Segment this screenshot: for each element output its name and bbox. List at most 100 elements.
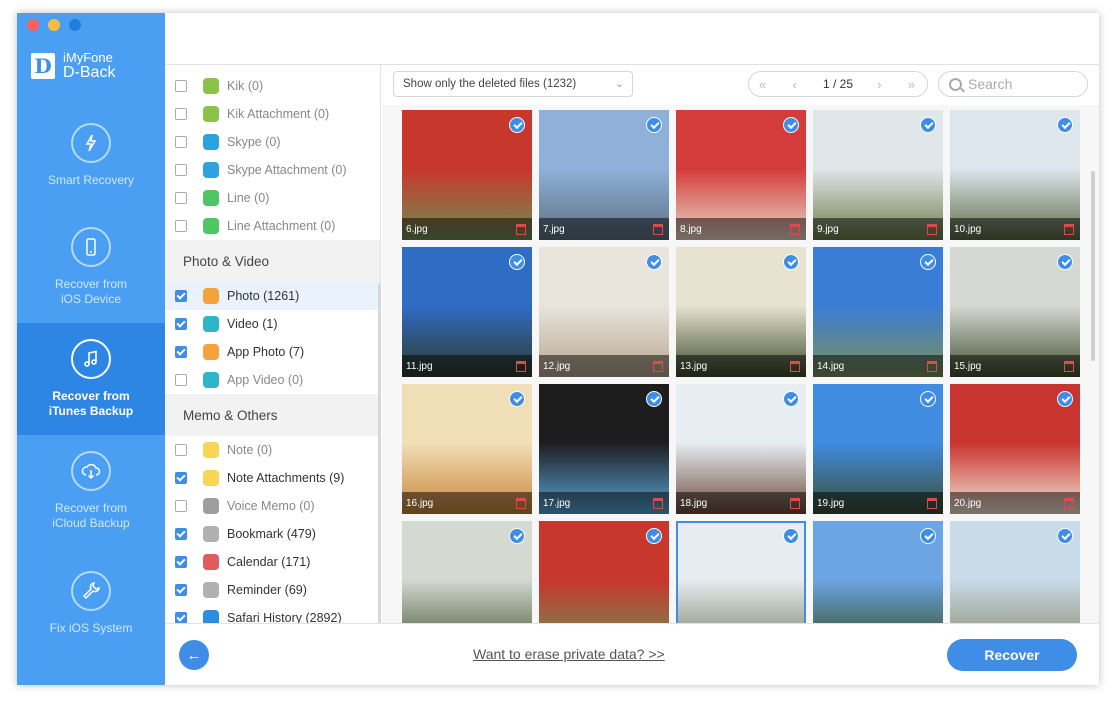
category-row[interactable]: Note (0)	[165, 436, 380, 464]
category-row[interactable]: Kik (0)	[165, 72, 380, 100]
category-checkbox[interactable]	[175, 80, 187, 92]
category-row[interactable]: App Video (0)	[165, 366, 380, 394]
category-row[interactable]: App Photo (7)	[165, 338, 380, 366]
sidebar-item-fix-ios-system[interactable]: Fix iOS System	[17, 547, 165, 659]
photo-tile[interactable]: 19.jpg	[813, 384, 943, 514]
category-row[interactable]: Line Attachment (0)	[165, 212, 380, 240]
photo-tile[interactable]: 6.jpg	[402, 110, 532, 240]
photo-tile[interactable]	[676, 521, 806, 623]
last-page-icon[interactable]: »	[908, 77, 917, 92]
checkmark-icon[interactable]	[509, 391, 525, 407]
sidebar-item-recover-from-icloud-backup[interactable]: Recover from iCloud Backup	[17, 435, 165, 547]
trash-icon[interactable]	[1064, 498, 1074, 509]
checkmark-icon[interactable]	[783, 117, 799, 133]
category-row[interactable]: Skype Attachment (0)	[165, 156, 380, 184]
photo-tile[interactable]: 8.jpg	[676, 110, 806, 240]
checkmark-icon[interactable]	[509, 254, 525, 270]
category-row[interactable]: Bookmark (479)	[165, 520, 380, 548]
checkmark-icon[interactable]	[920, 528, 936, 544]
photo-tile[interactable]: 18.jpg	[676, 384, 806, 514]
checkmark-icon[interactable]	[783, 254, 799, 270]
category-checkbox[interactable]	[175, 472, 187, 484]
trash-icon[interactable]	[653, 361, 663, 372]
category-checkbox[interactable]	[175, 556, 187, 568]
category-checkbox[interactable]	[175, 220, 187, 232]
category-scrollbar[interactable]	[378, 283, 381, 623]
checkmark-icon[interactable]	[1057, 528, 1073, 544]
trash-icon[interactable]	[653, 224, 663, 235]
checkmark-icon[interactable]	[920, 391, 936, 407]
zoom-window-button[interactable]	[69, 19, 81, 31]
checkmark-icon[interactable]	[509, 117, 525, 133]
photo-tile[interactable]: 11.jpg	[402, 247, 532, 377]
photo-tile[interactable]	[950, 521, 1080, 623]
photo-tile[interactable]: 12.jpg	[539, 247, 669, 377]
category-checkbox[interactable]	[175, 108, 187, 120]
category-checkbox[interactable]	[175, 528, 187, 540]
photo-tile[interactable]: 10.jpg	[950, 110, 1080, 240]
trash-icon[interactable]	[790, 224, 800, 235]
deleted-files-filter-dropdown[interactable]: Show only the deleted files (1232) ⌄	[393, 71, 633, 97]
checkmark-icon[interactable]	[1057, 254, 1073, 270]
checkmark-icon[interactable]	[920, 254, 936, 270]
photo-tile[interactable]: 9.jpg	[813, 110, 943, 240]
checkmark-icon[interactable]	[783, 391, 799, 407]
checkmark-icon[interactable]	[646, 254, 662, 270]
category-row[interactable]: Safari History (2892)	[165, 604, 380, 623]
back-button[interactable]: ←	[179, 640, 209, 670]
photo-tile[interactable]: 20.jpg	[950, 384, 1080, 514]
category-checkbox[interactable]	[175, 612, 187, 623]
recover-button[interactable]: Recover	[947, 639, 1077, 671]
first-page-icon[interactable]: «	[759, 77, 768, 92]
checkmark-icon[interactable]	[646, 528, 662, 544]
photo-tile[interactable]: 16.jpg	[402, 384, 532, 514]
trash-icon[interactable]	[927, 498, 937, 509]
minimize-window-button[interactable]	[48, 19, 60, 31]
category-checkbox[interactable]	[175, 136, 187, 148]
checkmark-icon[interactable]	[920, 117, 936, 133]
category-checkbox[interactable]	[175, 374, 187, 386]
trash-icon[interactable]	[653, 498, 663, 509]
category-row[interactable]: Reminder (69)	[165, 576, 380, 604]
category-checkbox[interactable]	[175, 290, 187, 302]
checkmark-icon[interactable]	[509, 528, 525, 544]
photo-tile[interactable]	[813, 521, 943, 623]
category-row[interactable]: Voice Memo (0)	[165, 492, 380, 520]
trash-icon[interactable]	[516, 361, 526, 372]
photo-tile[interactable]: 13.jpg	[676, 247, 806, 377]
category-checkbox[interactable]	[175, 318, 187, 330]
trash-icon[interactable]	[1064, 224, 1074, 235]
trash-icon[interactable]	[790, 498, 800, 509]
photo-tile[interactable]: 7.jpg	[539, 110, 669, 240]
photo-tile[interactable]: 15.jpg	[950, 247, 1080, 377]
checkmark-icon[interactable]	[783, 528, 799, 544]
trash-icon[interactable]	[927, 361, 937, 372]
trash-icon[interactable]	[516, 498, 526, 509]
trash-icon[interactable]	[1064, 361, 1074, 372]
category-row[interactable]: Calendar (171)	[165, 548, 380, 576]
category-row[interactable]: Photo (1261)	[165, 282, 380, 310]
search-input[interactable]: Search	[938, 71, 1088, 97]
photo-tile[interactable]: 17.jpg	[539, 384, 669, 514]
category-checkbox[interactable]	[175, 444, 187, 456]
erase-private-data-link[interactable]: Want to erase private data? >>	[473, 646, 665, 662]
category-row[interactable]: Video (1)	[165, 310, 380, 338]
category-checkbox[interactable]	[175, 500, 187, 512]
sidebar-item-recover-from-ios-device[interactable]: Recover from iOS Device	[17, 211, 165, 323]
sidebar-item-smart-recovery[interactable]: Smart Recovery	[17, 99, 165, 211]
checkmark-icon[interactable]	[646, 117, 662, 133]
category-checkbox[interactable]	[175, 164, 187, 176]
close-window-button[interactable]	[27, 19, 39, 31]
category-row[interactable]: Line (0)	[165, 184, 380, 212]
category-checkbox[interactable]	[175, 346, 187, 358]
next-page-icon[interactable]: ›	[877, 77, 883, 92]
category-checkbox[interactable]	[175, 192, 187, 204]
photo-tile[interactable]	[402, 521, 532, 623]
checkmark-icon[interactable]	[1057, 391, 1073, 407]
checkmark-icon[interactable]	[646, 391, 662, 407]
trash-icon[interactable]	[927, 224, 937, 235]
category-row[interactable]: Kik Attachment (0)	[165, 100, 380, 128]
photo-tile[interactable]	[539, 521, 669, 623]
sidebar-item-recover-from-itunes-backup[interactable]: Recover from iTunes Backup	[17, 323, 165, 435]
photo-tile[interactable]: 14.jpg	[813, 247, 943, 377]
